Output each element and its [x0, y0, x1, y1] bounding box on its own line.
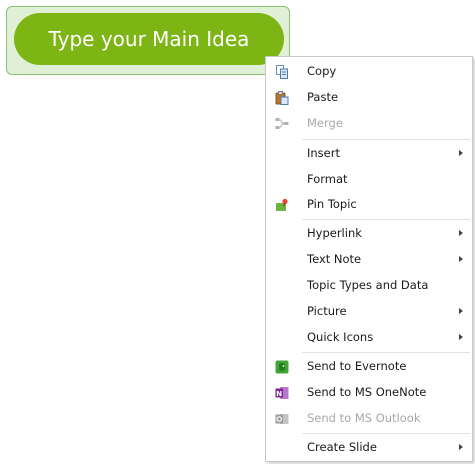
- copy-icon: [275, 65, 289, 79]
- menu-item-quick-icons[interactable]: Quick Icons: [266, 325, 472, 350]
- menu-item-hyperlink[interactable]: Hyperlink: [266, 221, 472, 246]
- submenu-arrow-icon: [459, 308, 463, 314]
- menu-item-send-to-ms-outlook: Send to MS Outlook: [266, 406, 472, 431]
- menu-item-send-to-evernote[interactable]: Send to Evernote: [266, 354, 472, 379]
- menu-separator: [302, 433, 470, 434]
- menu-item-label: Quick Icons: [307, 330, 374, 344]
- menu-separator: [302, 139, 470, 140]
- menu-item-label: Picture: [307, 304, 347, 318]
- menu-item-label: Text Note: [307, 252, 362, 266]
- menu-item-label: Format: [307, 172, 348, 186]
- menu-item-create-slide[interactable]: Create Slide: [266, 435, 472, 460]
- menu-item-topic-types-and-data[interactable]: Topic Types and Data: [266, 273, 472, 298]
- svg-text:N: N: [276, 390, 282, 398]
- menu-item-label: Insert: [307, 146, 340, 160]
- submenu-arrow-icon: [459, 256, 463, 262]
- menu-item-label: Copy: [307, 64, 337, 78]
- submenu-arrow-icon: [459, 444, 463, 450]
- menu-item-label: Topic Types and Data: [307, 278, 429, 292]
- submenu-arrow-icon: [459, 150, 463, 156]
- menu-item-label: Create Slide: [307, 440, 377, 454]
- menu-item-label: Paste: [307, 90, 339, 104]
- menu-item-label: Send to MS Outlook: [307, 411, 421, 425]
- menu-item-merge: Merge: [266, 111, 472, 136]
- context-menu: Copy Paste Merge Insert Format Pin Topic…: [265, 56, 473, 462]
- menu-item-pin-topic[interactable]: Pin Topic: [266, 192, 472, 217]
- onenote-icon: N: [275, 386, 289, 400]
- menu-item-copy[interactable]: Copy: [266, 59, 472, 84]
- menu-item-text-note[interactable]: Text Note: [266, 247, 472, 272]
- menu-item-label: Merge: [307, 116, 343, 130]
- menu-item-send-to-ms-onenote[interactable]: N Send to MS OneNote: [266, 380, 472, 405]
- menu-item-label: Hyperlink: [307, 226, 362, 240]
- menu-item-label: Send to MS OneNote: [307, 385, 427, 399]
- outlook-icon: [275, 412, 289, 426]
- menu-item-label: Pin Topic: [307, 197, 357, 211]
- menu-separator: [302, 219, 470, 220]
- menu-separator: [302, 352, 470, 353]
- submenu-arrow-icon: [459, 230, 463, 236]
- main-idea-topic[interactable]: Type your Main Idea: [14, 13, 284, 65]
- merge-icon: [275, 117, 289, 131]
- canvas: Type your Main Idea Copy Paste Merge Ins…: [0, 0, 475, 464]
- pin-topic-icon: [275, 198, 289, 212]
- submenu-arrow-icon: [459, 334, 463, 340]
- paste-icon: [275, 91, 289, 105]
- menu-item-format[interactable]: Format: [266, 167, 472, 192]
- menu-item-paste[interactable]: Paste: [266, 85, 472, 110]
- evernote-icon: [275, 360, 289, 374]
- menu-item-insert[interactable]: Insert: [266, 141, 472, 166]
- menu-item-label: Send to Evernote: [307, 359, 407, 373]
- menu-item-picture[interactable]: Picture: [266, 299, 472, 324]
